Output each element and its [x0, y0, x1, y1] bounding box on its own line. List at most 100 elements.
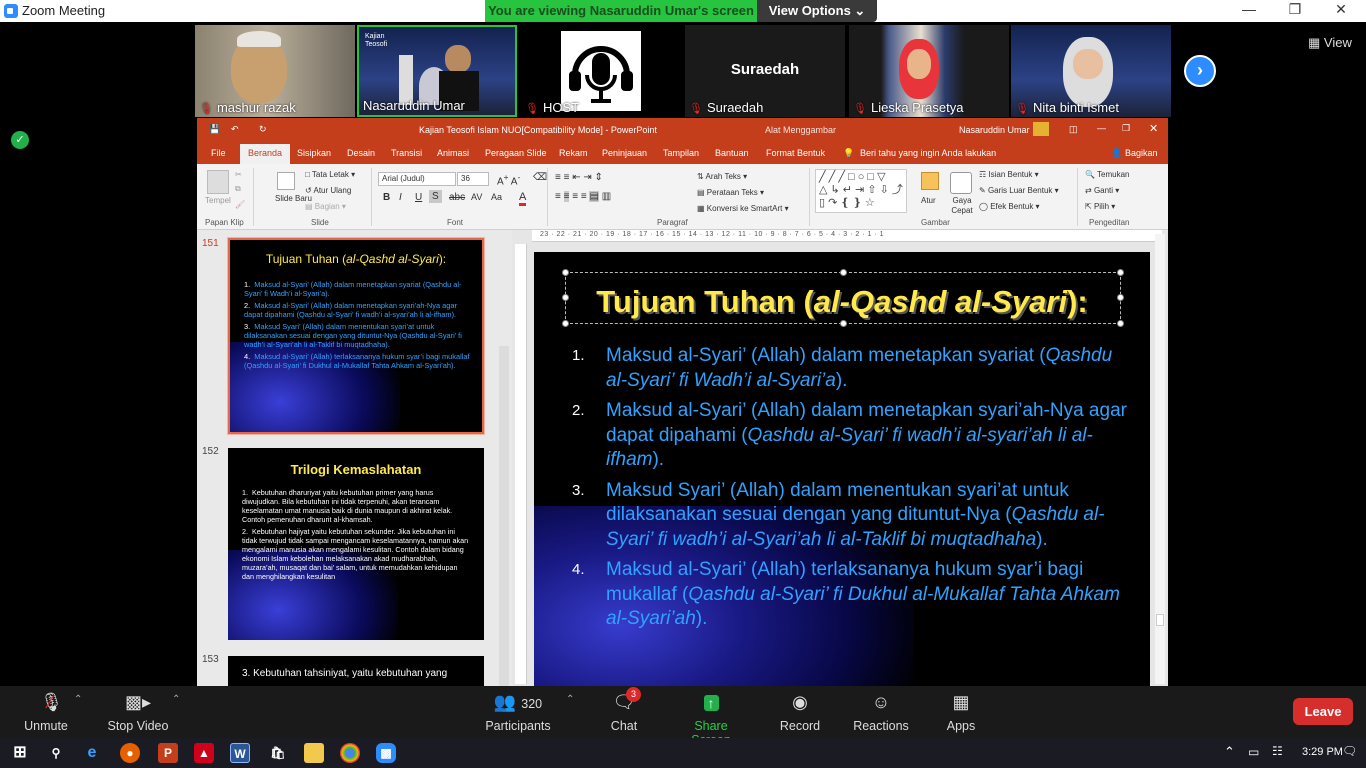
resize-handle[interactable] — [840, 320, 847, 327]
participant-tile-active-speaker[interactable]: Kajian Teosofi Nasaruddin Umar — [357, 25, 517, 117]
slide-thumbnail[interactable]: Trilogi Kemaslahatan 1. Kebutuhan dharur… — [228, 448, 484, 640]
powerpoint-icon[interactable]: P — [158, 743, 178, 763]
slide-title[interactable]: Tujuan Tuhan (al-Qashd al-Syari): — [564, 284, 1120, 320]
align-text-button[interactable]: ▤ Perataan Teks ▾ — [697, 188, 764, 197]
tab-desain[interactable]: Desain — [347, 148, 375, 158]
redo-icon[interactable]: ↻ — [259, 124, 267, 135]
italic-icon[interactable]: I — [399, 192, 402, 203]
editor-scrollbar[interactable] — [1155, 234, 1165, 684]
zoom-taskbar-icon[interactable]: ▩ — [376, 743, 396, 763]
participant-tile[interactable]: 🎙 Lieska Prasetya — [849, 25, 1009, 117]
slide-thumbnail-selected[interactable]: Tujuan Tuhan (al-Qashd al-Syari): 1. Mak… — [227, 237, 485, 435]
quick-styles-button[interactable]: Gaya Cepat — [949, 196, 975, 216]
char-spacing-icon[interactable]: AV — [471, 192, 482, 202]
grow-font-icon[interactable]: A+ A- — [497, 172, 520, 187]
view-options-button[interactable]: View Options ⌄ — [757, 0, 877, 22]
search-icon[interactable]: ⚲ — [46, 743, 66, 763]
shadow-icon[interactable]: S — [429, 190, 442, 203]
resize-handle[interactable] — [562, 269, 569, 276]
text-direction-button[interactable]: ⇅ Arah Teks ▾ — [697, 172, 747, 181]
reset-button[interactable]: ↺ Atur Ulang — [305, 186, 351, 195]
taskbar-clock[interactable]: 3:29 PM — [1302, 746, 1343, 758]
tab-transisi[interactable]: Transisi — [391, 148, 422, 158]
tab-peninjauan[interactable]: Peninjauan — [602, 148, 647, 158]
minimize-icon[interactable]: — — [1234, 1, 1264, 17]
underline-icon[interactable]: U — [415, 192, 422, 203]
apps-button[interactable]: ▦ Apps — [942, 692, 980, 733]
smartart-button[interactable]: ▦ Konversi ke SmartArt ▾ — [697, 204, 789, 213]
slide-thumbnail[interactable]: 3. Kebutuhan tahsiniyat, yaitu kebutuhan… — [228, 656, 484, 686]
edge-browser-icon[interactable]: e — [82, 743, 102, 763]
notifications-icon[interactable]: 🗨 — [1342, 744, 1357, 758]
arrange-button[interactable]: Atur — [921, 196, 936, 205]
video-options-caret-icon[interactable]: ⌃ — [172, 694, 180, 705]
network-icon[interactable]: ☷ — [1272, 744, 1283, 758]
stop-video-button[interactable]: ▩▸ Stop Video — [104, 692, 172, 733]
participant-tile[interactable]: 🎙 HOST — [521, 25, 681, 117]
resize-handle[interactable] — [840, 269, 847, 276]
view-button[interactable]: ▦ View — [1308, 35, 1352, 51]
shape-effects-button[interactable]: ◯ Efek Bentuk ▾ — [979, 202, 1040, 211]
bold-icon[interactable]: B — [383, 192, 390, 203]
tray-chevron-icon[interactable]: ⌃ — [1224, 744, 1235, 760]
tab-peragaan-slide[interactable]: Peragaan Slide — [485, 148, 547, 158]
tab-beranda[interactable]: Beranda — [240, 144, 291, 164]
shape-outline-button[interactable]: ✎ Garis Luar Bentuk ▾ — [979, 186, 1059, 195]
word-icon[interactable]: W — [230, 743, 250, 763]
tab-bantuan[interactable]: Bantuan — [715, 148, 749, 158]
battery-icon[interactable]: ▭ — [1248, 745, 1259, 759]
audio-options-caret-icon[interactable]: ⌃ — [74, 694, 82, 705]
slide-body-list[interactable]: 1. Maksud al-Syari’ (Allah) dalam menetap… — [572, 344, 1132, 638]
quick-styles-icon[interactable] — [950, 172, 972, 194]
tell-me-search[interactable]: Beri tahu yang ingin Anda lakukan — [860, 148, 996, 158]
cut-icon[interactable]: ✂ — [235, 170, 242, 179]
format-painter-icon[interactable]: 🖌 — [235, 200, 245, 209]
record-button[interactable]: ◉ Record — [778, 692, 822, 733]
arrange-icon[interactable] — [921, 172, 939, 190]
font-name-select[interactable]: Arial (Judul) — [378, 172, 456, 186]
file-explorer-icon[interactable] — [304, 743, 324, 763]
reactions-button[interactable]: ☺ Reactions — [852, 692, 910, 733]
paste-button[interactable]: Tempel — [205, 196, 231, 205]
next-page-arrow-icon[interactable]: › — [1184, 55, 1216, 87]
panel-scrollbar[interactable] — [499, 346, 509, 686]
font-size-select[interactable]: 36 — [457, 172, 489, 186]
leave-button[interactable]: Leave — [1293, 698, 1353, 725]
replace-button[interactable]: ⇄ Ganti ▾ — [1085, 186, 1119, 195]
shapes-gallery[interactable]: ╱ ╱ ╱ □ ○ □ ▽ △ ↳ ↵ ⇥ ⇧ ⇩ ⤴ ▯ ↷ ❴ ❵ ☆ — [815, 169, 907, 213]
firefox-icon[interactable]: ● — [120, 743, 140, 763]
resize-handle[interactable] — [1117, 320, 1124, 327]
share-button[interactable]: Bagikan — [1125, 148, 1158, 158]
shape-fill-button[interactable]: ☶ Isian Bentuk ▾ — [979, 170, 1039, 179]
new-slide-icon[interactable] — [277, 172, 295, 190]
tab-tampilan[interactable]: Tampilan — [663, 148, 699, 158]
participant-tile[interactable]: Suraedah 🎙 Suraedah — [685, 25, 845, 117]
tab-file[interactable]: File — [211, 148, 226, 158]
bullets-icon[interactable]: ≡ ≡ ⇤ ⇥ ⇕ — [555, 172, 603, 183]
close-icon[interactable]: ✕ — [1326, 1, 1356, 18]
ppt-restore-icon[interactable]: ❐ — [1122, 123, 1130, 134]
resize-handle[interactable] — [562, 320, 569, 327]
layout-button[interactable]: □ Tata Letak ▾ — [305, 170, 355, 179]
save-icon[interactable]: 💾 — [209, 124, 220, 135]
participant-tile[interactable]: 🎙 Nita binti Ismet — [1011, 25, 1171, 117]
clear-format-icon[interactable]: ⌫ — [533, 172, 547, 183]
font-color-icon[interactable]: A — [519, 191, 527, 206]
tab-rekam[interactable]: Rekam — [559, 148, 588, 158]
chrome-icon[interactable] — [340, 743, 360, 763]
tab-format-bentuk[interactable]: Format Bentuk — [766, 148, 825, 158]
participants-button[interactable]: 👥 320 Participants — [484, 692, 552, 733]
tab-sisipkan[interactable]: Sisipkan — [297, 148, 331, 158]
undo-icon[interactable]: ↶ — [231, 124, 239, 135]
unmute-button[interactable]: 🎙∕ Unmute — [20, 692, 72, 733]
tab-animasi[interactable]: Animasi — [437, 148, 469, 158]
section-button[interactable]: ▤ Bagian ▾ — [305, 202, 346, 211]
pdf-reader-icon[interactable]: ▲ — [194, 743, 214, 763]
copy-icon[interactable]: ⧉ — [235, 184, 241, 194]
store-icon[interactable]: 🛍 — [268, 743, 288, 763]
security-shield-icon[interactable]: ✓ — [11, 131, 29, 149]
align-icons[interactable]: ≡ ≡ ≡ ≡ ▤ ▥ — [555, 191, 611, 202]
strikethrough-icon[interactable]: abc — [449, 192, 465, 203]
windows-start-icon[interactable]: ⊞ — [10, 743, 30, 763]
paste-icon[interactable] — [207, 170, 229, 194]
